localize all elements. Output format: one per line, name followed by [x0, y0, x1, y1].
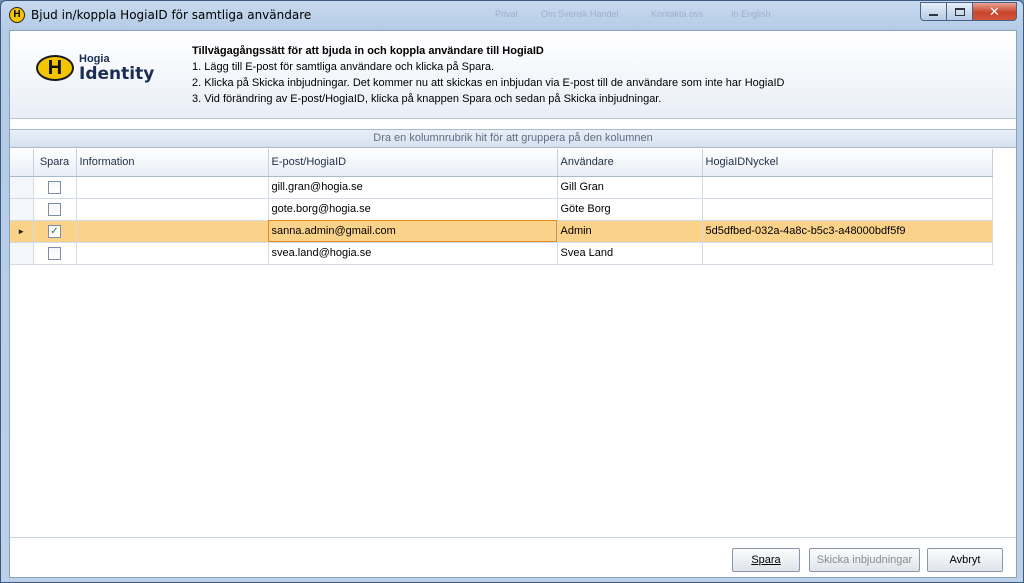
- background-label: Privat: [495, 9, 519, 19]
- window-title: Bjud in/koppla HogiaID för samtliga anvä…: [31, 8, 312, 22]
- logo-h-mark: H: [36, 55, 74, 81]
- table-row[interactable]: gill.gran@hogia.se Gill Gran: [10, 176, 993, 199]
- spara-checkbox-checked[interactable]: ✓: [48, 224, 61, 238]
- user-cell[interactable]: Admin: [557, 220, 703, 243]
- background-label: Om Svensk Handel: [541, 9, 619, 19]
- cancel-button[interactable]: Avbryt: [927, 548, 1003, 572]
- hogia-h-icon: H: [9, 7, 25, 23]
- current-row-arrow-icon: ►: [17, 227, 26, 236]
- email-cell[interactable]: gill.gran@hogia.se: [268, 176, 558, 199]
- maximize-icon: [954, 7, 965, 16]
- instruction-step: 3. Vid förändring av E-post/HogiaID, kli…: [192, 93, 662, 105]
- column-header-user[interactable]: Användare: [557, 149, 703, 177]
- key-cell[interactable]: [702, 176, 993, 199]
- email-cell[interactable]: gote.borg@hogia.se: [268, 198, 558, 221]
- users-grid: Spara Information E-post/HogiaID Använda…: [10, 149, 993, 265]
- logo-text-identity: Identity: [79, 64, 155, 84]
- spara-checkbox[interactable]: [48, 202, 61, 216]
- save-button-label: Spara: [751, 554, 781, 566]
- table-row[interactable]: svea.land@hogia.se Svea Land: [10, 242, 993, 265]
- information-cell[interactable]: [76, 198, 269, 221]
- save-button[interactable]: Spara: [732, 548, 800, 572]
- background-label: In English: [731, 9, 771, 19]
- spara-checkbox[interactable]: [48, 180, 61, 194]
- user-cell[interactable]: Gill Gran: [557, 176, 703, 199]
- dialog-content: H Hogia Identity Tillvägagångssätt för a…: [9, 30, 1017, 578]
- minimize-icon: [929, 13, 938, 16]
- close-button[interactable]: ✕: [973, 2, 1017, 21]
- spara-checkbox[interactable]: [48, 246, 61, 260]
- table-row[interactable]: gote.borg@hogia.se Göte Borg: [10, 198, 993, 221]
- user-cell[interactable]: Göte Borg: [557, 198, 703, 221]
- information-cell[interactable]: [76, 176, 269, 199]
- instruction-step: 1. Lägg till E-post för samtliga använda…: [192, 61, 495, 73]
- instructions: Tillvägagångssätt för att bjuda in och k…: [192, 43, 784, 107]
- button-bar: Spara Skicka inbjudningar Avbryt: [10, 537, 1016, 577]
- maximize-button[interactable]: [947, 2, 973, 21]
- close-icon: ✕: [989, 3, 1000, 19]
- user-cell[interactable]: Svea Land: [557, 242, 703, 265]
- group-by-panel[interactable]: Dra en kolumnrubrik hit för att gruppera…: [10, 129, 1016, 148]
- information-cell[interactable]: [76, 220, 269, 243]
- column-header-information[interactable]: Information: [76, 149, 269, 177]
- row-indicator[interactable]: ►: [10, 220, 34, 243]
- row-indicator[interactable]: [10, 198, 34, 221]
- information-cell[interactable]: [76, 242, 269, 265]
- title-bar[interactable]: H Bjud in/koppla HogiaID för samtliga an…: [1, 1, 1023, 29]
- column-header-email[interactable]: E-post/HogiaID: [268, 149, 558, 177]
- table-row-selected[interactable]: ► ✓ sanna.admin@gmail.com Admin 5d5dfbed…: [10, 220, 993, 243]
- minimize-button[interactable]: [920, 2, 947, 21]
- row-indicator[interactable]: [10, 242, 34, 265]
- send-invitations-button[interactable]: Skicka inbjudningar: [809, 548, 920, 572]
- spara-cell[interactable]: [33, 176, 77, 199]
- column-header-spara[interactable]: Spara: [33, 149, 77, 177]
- spara-cell[interactable]: ✓: [33, 220, 77, 243]
- row-indicator-header: [10, 149, 34, 177]
- instructions-header: H Hogia Identity Tillvägagångssätt för a…: [10, 31, 1016, 119]
- background-label: Kontakta oss: [651, 9, 704, 19]
- column-header-key[interactable]: HogiaIDNyckel: [702, 149, 993, 177]
- email-cell-focused[interactable]: sanna.admin@gmail.com: [268, 220, 558, 243]
- key-cell[interactable]: 5d5dfbed-032a-4a8c-b5c3-a48000bdf5f9: [702, 220, 993, 243]
- dialog-window: H Bjud in/koppla HogiaID för samtliga an…: [0, 0, 1024, 583]
- key-cell[interactable]: [702, 198, 993, 221]
- row-indicator[interactable]: [10, 176, 34, 199]
- key-cell[interactable]: [702, 242, 993, 265]
- email-cell[interactable]: svea.land@hogia.se: [268, 242, 558, 265]
- instructions-title: Tillvägagångssätt för att bjuda in och k…: [192, 45, 544, 57]
- hogia-identity-logo: H Hogia Identity: [32, 49, 172, 89]
- spara-cell[interactable]: [33, 198, 77, 221]
- spara-cell[interactable]: [33, 242, 77, 265]
- instruction-step: 2. Klicka på Skicka inbjudningar. Det ko…: [192, 77, 785, 89]
